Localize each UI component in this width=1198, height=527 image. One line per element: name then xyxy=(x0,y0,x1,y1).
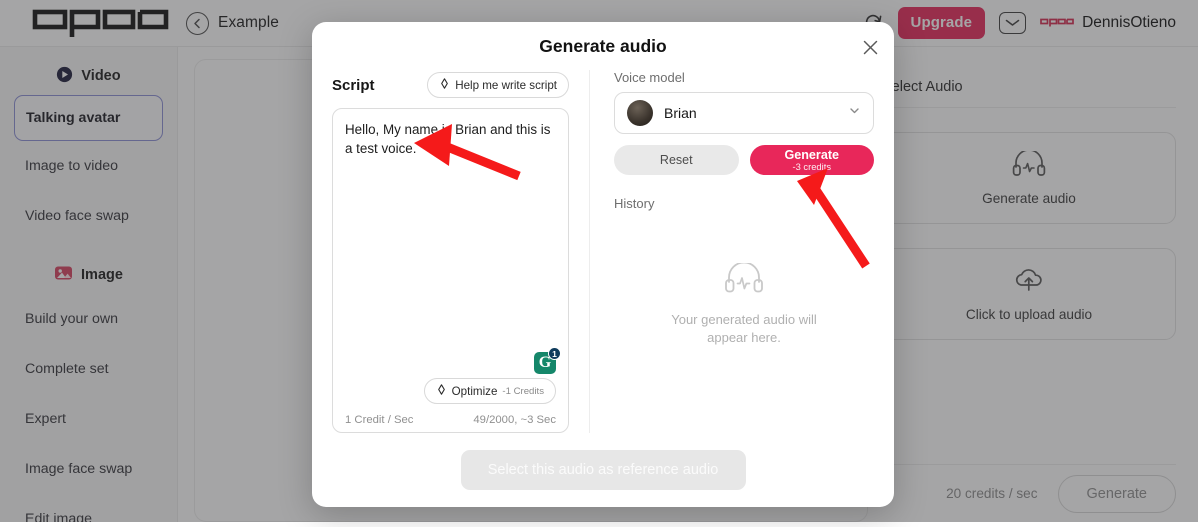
grammarly-icon[interactable]: G 1 xyxy=(534,347,561,374)
sparkle-diamond-icon xyxy=(439,78,450,92)
script-credit-rate: 1 Credit / Sec xyxy=(345,414,414,426)
script-text-value: Hello, My name is Brian and this is a te… xyxy=(345,122,555,157)
headphones-waveform-icon xyxy=(724,261,764,299)
optimize-cost: -1 Credits xyxy=(502,385,544,397)
reset-button[interactable]: Reset xyxy=(614,145,739,175)
sparkle-diamond-icon xyxy=(436,384,447,398)
generate-audio-modal: Generate audio Script Help me write scri… xyxy=(312,22,894,507)
close-icon[interactable] xyxy=(859,36,881,58)
help-me-write-script-button[interactable]: Help me write script xyxy=(427,72,569,98)
optimize-button[interactable]: Optimize -1 Credits xyxy=(423,378,556,404)
chevron-down-icon xyxy=(848,104,861,122)
grammarly-suggestion-count: 1 xyxy=(548,347,561,360)
modal-body: Script Help me write script Hello, My na… xyxy=(312,70,894,433)
modal-header: Generate audio xyxy=(312,22,894,70)
voice-model-label: Voice model xyxy=(614,70,685,85)
voice-action-row: Reset Generate -3 credits xyxy=(614,145,874,175)
grammarly-glyph: G 1 xyxy=(534,347,561,374)
script-char-count: 49/2000, ~3 Sec xyxy=(473,414,556,426)
history-empty-state: Your generated audio will appear here. xyxy=(614,211,874,433)
modal-footer: Select this audio as reference audio xyxy=(312,433,894,507)
history-label: History xyxy=(614,196,655,211)
avatar xyxy=(627,100,653,126)
generate-button-label: Generate xyxy=(784,147,840,162)
script-header-row: Script Help me write script xyxy=(332,70,569,100)
voice-model-value: Brian xyxy=(664,105,697,121)
help-button-label: Help me write script xyxy=(455,78,557,92)
generate-audio-button[interactable]: Generate -3 credits xyxy=(749,145,874,175)
modal-title: Generate audio xyxy=(539,35,667,56)
generate-button-cost: -3 credits xyxy=(792,161,832,173)
script-column: Script Help me write script Hello, My na… xyxy=(332,70,590,433)
voice-model-select[interactable]: Brian xyxy=(614,92,874,134)
voice-column: Voice model Brian Reset Generate -3 cred… xyxy=(590,70,874,433)
script-label: Script xyxy=(332,76,375,94)
history-empty-text: Your generated audio will appear here. xyxy=(671,311,817,345)
script-footer: 1 Credit / Sec 49/2000, ~3 Sec xyxy=(345,414,556,426)
script-textarea[interactable]: Hello, My name is Brian and this is a te… xyxy=(332,108,569,433)
select-reference-audio-button[interactable]: Select this audio as reference audio xyxy=(460,450,746,490)
optimize-row: Optimize -1 Credits xyxy=(423,378,556,404)
optimize-label: Optimize xyxy=(451,384,498,398)
